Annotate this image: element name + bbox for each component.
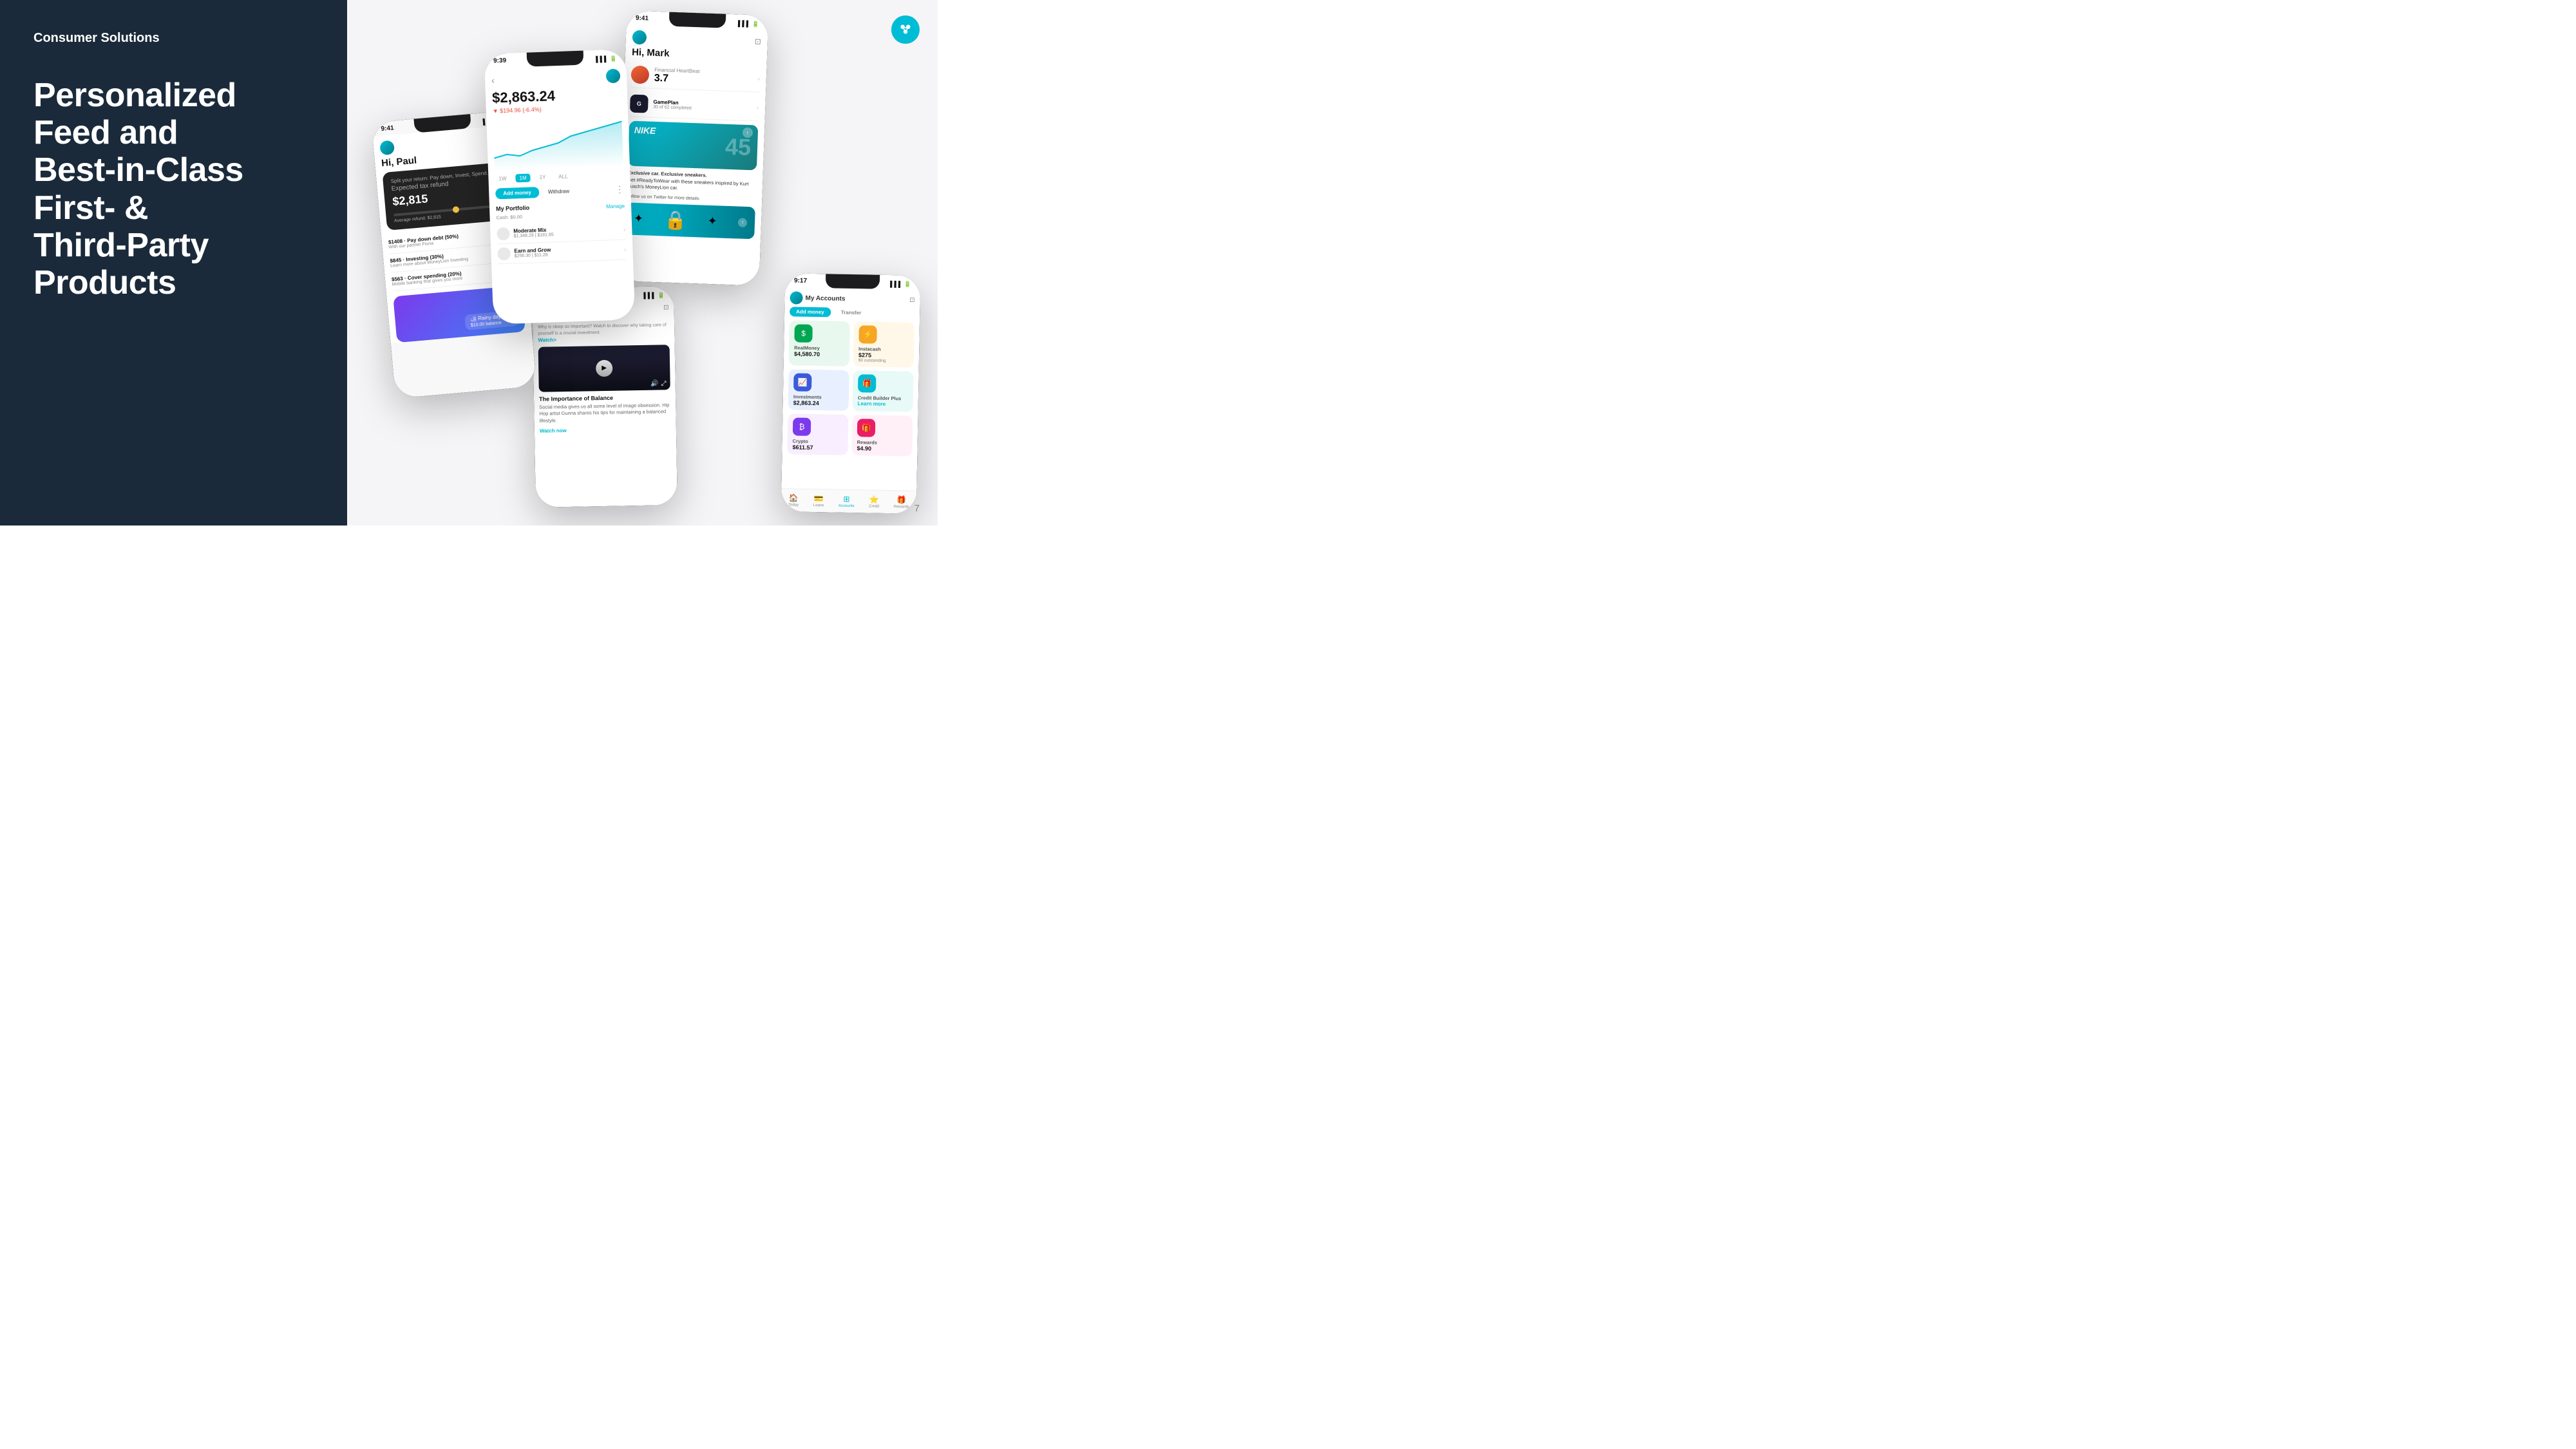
nav-credit[interactable]: ⭐ Credit (869, 495, 879, 509)
crypto-icon: ₿ (793, 417, 811, 435)
tile-investments: 📈 Investments $2,863.24 (788, 369, 849, 411)
more-options[interactable]: ⋮ (615, 184, 625, 195)
investments-icon: 📈 (793, 373, 811, 391)
mark-nike-banner: 45 NIKE ↑ (628, 121, 758, 171)
nav-loans[interactable]: 💳 Loans (813, 494, 824, 507)
page-number: 7 (914, 503, 920, 514)
main-heading: Personalized Feed and Best-in-Class Firs… (33, 77, 314, 301)
phone-notch-invest (526, 51, 583, 67)
phone-notch-mark (669, 12, 726, 28)
portfolio-item-2: Earn and Grow $256.30 | $11.28 › (497, 240, 627, 264)
invest-back-arrow: ‹ (491, 75, 495, 85)
mark-avatar (632, 30, 647, 45)
invest-avatar (605, 69, 620, 84)
accounts-content: My Accounts ⊡ Add money Transfer $ RealM… (782, 287, 920, 457)
mark-greeting: Hi, Mark (632, 47, 761, 62)
accounts-avatar (790, 291, 802, 304)
add-money-tab[interactable]: Add money (790, 307, 831, 317)
tile-crypto: ₿ Crypto $611.57 (787, 413, 848, 455)
invest-chart (493, 115, 623, 171)
feed-video-thumb: ▶ 🔊 ⤢ (538, 345, 670, 392)
paul-avatar (379, 140, 395, 156)
nav-rewards[interactable]: 🎁 Rewards (894, 495, 909, 509)
invest-content: ‹ $2,863.24 ▼ $194.96 (-6.4%) (484, 63, 633, 264)
status-icons-mark: ▌▌▌ 🔋 (738, 18, 759, 29)
nav-accounts[interactable]: ⊞ Accounts (838, 495, 855, 508)
status-icons-feed: ▌▌▌ 🔋 (643, 290, 665, 301)
rewards-icon: 🎁 (857, 419, 875, 437)
tile-instacash: ⚡ Instacash $275 $0 outstanding (853, 321, 914, 368)
portfolio-icon-1 (497, 227, 510, 241)
invest-buttons: Add money Withdraw ⋮ (495, 184, 624, 200)
phones-container: 9:41 ▌▌▌ 🔋 Hi, Paul Split your return: P… (347, 0, 938, 526)
status-icons-invest: ▌▌▌ 🔋 (596, 53, 617, 64)
logo-icon (891, 15, 920, 44)
video-controls: 🔊 ⤢ (650, 380, 667, 387)
share-icon: ↑ (743, 128, 753, 138)
accounts-grid: $ RealMoney $4,580.70 ⚡ Instacash $275 $… (787, 320, 914, 456)
invest-tabs: 1W 1M 1Y ALL (495, 171, 623, 184)
accounts-my-accounts: My Accounts (805, 294, 907, 303)
invest-amount: $2,863.24 (491, 86, 621, 107)
phone-invest: 9:39 ▌▌▌ 🔋 ‹ $2,863.24 ▼ $194.96 (-6.4%) (484, 49, 635, 324)
mark-score-row: Financial HeartBeat 3.7 › (630, 62, 760, 93)
share-icon-2: ↑ (738, 218, 747, 227)
nav-today[interactable]: 🏠 Today (788, 493, 799, 507)
tile-rewards: 🎁 Rewards $4.90 (851, 415, 913, 457)
bottom-nav-accounts: 🏠 Today 💳 Loans ⊞ Accounts ⭐ Credit (781, 488, 917, 514)
accounts-more: ⊡ (909, 296, 915, 303)
phone-accounts: 9:17 ▌▌▌ 🔋 My Accounts ⊡ Add money Trans… (781, 273, 920, 514)
mark-lock-banner: ✦ 🔒 ✦ ↑ (625, 202, 755, 239)
lock-icon: 🔒 (664, 209, 687, 231)
right-panel: 7 9:41 ▌▌▌ 🔋 Hi, Paul (347, 0, 938, 526)
stars-icon: ✦ (634, 212, 644, 226)
mark-score-icon (630, 66, 649, 84)
share-icon-feed: ⊡ (663, 304, 669, 311)
stars-icon-right: ✦ (707, 214, 717, 229)
transfer-tab[interactable]: Transfer (835, 308, 868, 318)
learn-more-link[interactable]: Learn more (858, 401, 886, 407)
realmoney-icon: $ (794, 324, 812, 342)
credit-icon: 🎁 (858, 374, 876, 392)
phone-mark: 9:41 ▌▌▌ 🔋 ⊡ Hi, Mark Financial HeartBe (618, 10, 769, 285)
withdraw-button[interactable]: Withdraw (542, 185, 574, 198)
status-icons-accounts: ▌▌▌ 🔋 (890, 279, 911, 290)
tile-credit-builder: 🎁 Credit Builder Plus Learn more (853, 370, 914, 412)
mark-content: ⊡ Hi, Mark Financial HeartBeat 3.7 › G (619, 24, 768, 239)
mark-game-row: G GamePlan 30 of 62 completed › (630, 91, 759, 122)
left-panel: Consumer Solutions Personalized Feed and… (0, 0, 347, 526)
category-label: Consumer Solutions (33, 31, 314, 46)
paul-slider-thumb (452, 206, 459, 213)
mark-game-icon: G (630, 95, 649, 113)
manage-link[interactable]: Manage (606, 203, 625, 209)
watch-now-link[interactable]: Watch now (540, 426, 671, 434)
instacash-icon: ⚡ (858, 325, 876, 343)
phone-notch-accounts (826, 274, 880, 289)
tile-realmoney: $ RealMoney $4,580.70 (789, 320, 850, 366)
add-money-button[interactable]: Add money (495, 187, 539, 199)
portfolio-icon-2 (497, 247, 511, 261)
accounts-tabs: Add money Transfer (790, 307, 914, 318)
